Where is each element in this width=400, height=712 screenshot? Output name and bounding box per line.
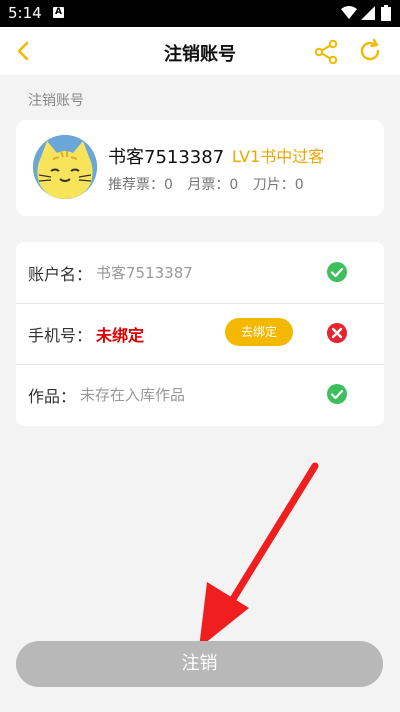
check-row-account: 账户名： 书客7513387 bbox=[16, 242, 384, 304]
cancel-account-button[interactable]: 注销 bbox=[16, 641, 383, 687]
check-row-works: 作品： 未存在入库作品 bbox=[16, 364, 384, 425]
nav-bar: 注销账号 bbox=[0, 27, 400, 75]
signal-icon bbox=[361, 6, 375, 20]
profile-card: 书客7513387 LV1书中过客 推荐票：0 月票：0 刀片：0 bbox=[16, 120, 384, 216]
stat-blades: 刀片：0 bbox=[252, 177, 304, 193]
check-ok-icon bbox=[327, 262, 347, 282]
check-value: 未存在入库作品 bbox=[80, 386, 186, 404]
check-fail-icon bbox=[327, 323, 347, 343]
cat-avatar-icon bbox=[33, 135, 97, 199]
check-value: 未绑定 bbox=[96, 326, 145, 345]
check-row-phone: 手机号： 未绑定 去绑定 bbox=[16, 303, 384, 365]
share-icon[interactable] bbox=[313, 39, 339, 65]
stat-monthly-votes: 月票：0 bbox=[187, 177, 239, 193]
refresh-icon[interactable] bbox=[357, 38, 383, 64]
notification-icon: A bbox=[53, 7, 64, 18]
check-ok-icon bbox=[327, 384, 347, 404]
status-bar: 5:14 A bbox=[0, 0, 400, 27]
user-stats: 推荐票：0 月票：0 刀片：0 bbox=[108, 174, 314, 194]
battery-icon bbox=[381, 5, 391, 21]
user-level: LV1书中过客 bbox=[232, 147, 325, 166]
status-time: 5:14 bbox=[8, 4, 42, 22]
red-arrow-icon bbox=[199, 462, 319, 648]
avatar[interactable] bbox=[33, 135, 97, 199]
bind-phone-button[interactable]: 去绑定 bbox=[225, 318, 293, 346]
check-list: 账户名： 书客7513387 手机号： 未绑定 去绑定 作品： 未存在入库作品 bbox=[16, 242, 384, 426]
stat-recommend-votes: 推荐票：0 bbox=[108, 177, 173, 193]
username: 书客7513387 bbox=[108, 147, 225, 168]
check-value: 书客7513387 bbox=[96, 264, 193, 282]
wifi-icon bbox=[341, 6, 357, 19]
page-title: 注销账号 bbox=[164, 44, 236, 65]
section-label: 注销账号 bbox=[28, 93, 84, 109]
check-label: 作品： bbox=[28, 387, 77, 406]
check-label: 账户名： bbox=[28, 265, 93, 284]
check-label: 手机号： bbox=[28, 326, 93, 345]
